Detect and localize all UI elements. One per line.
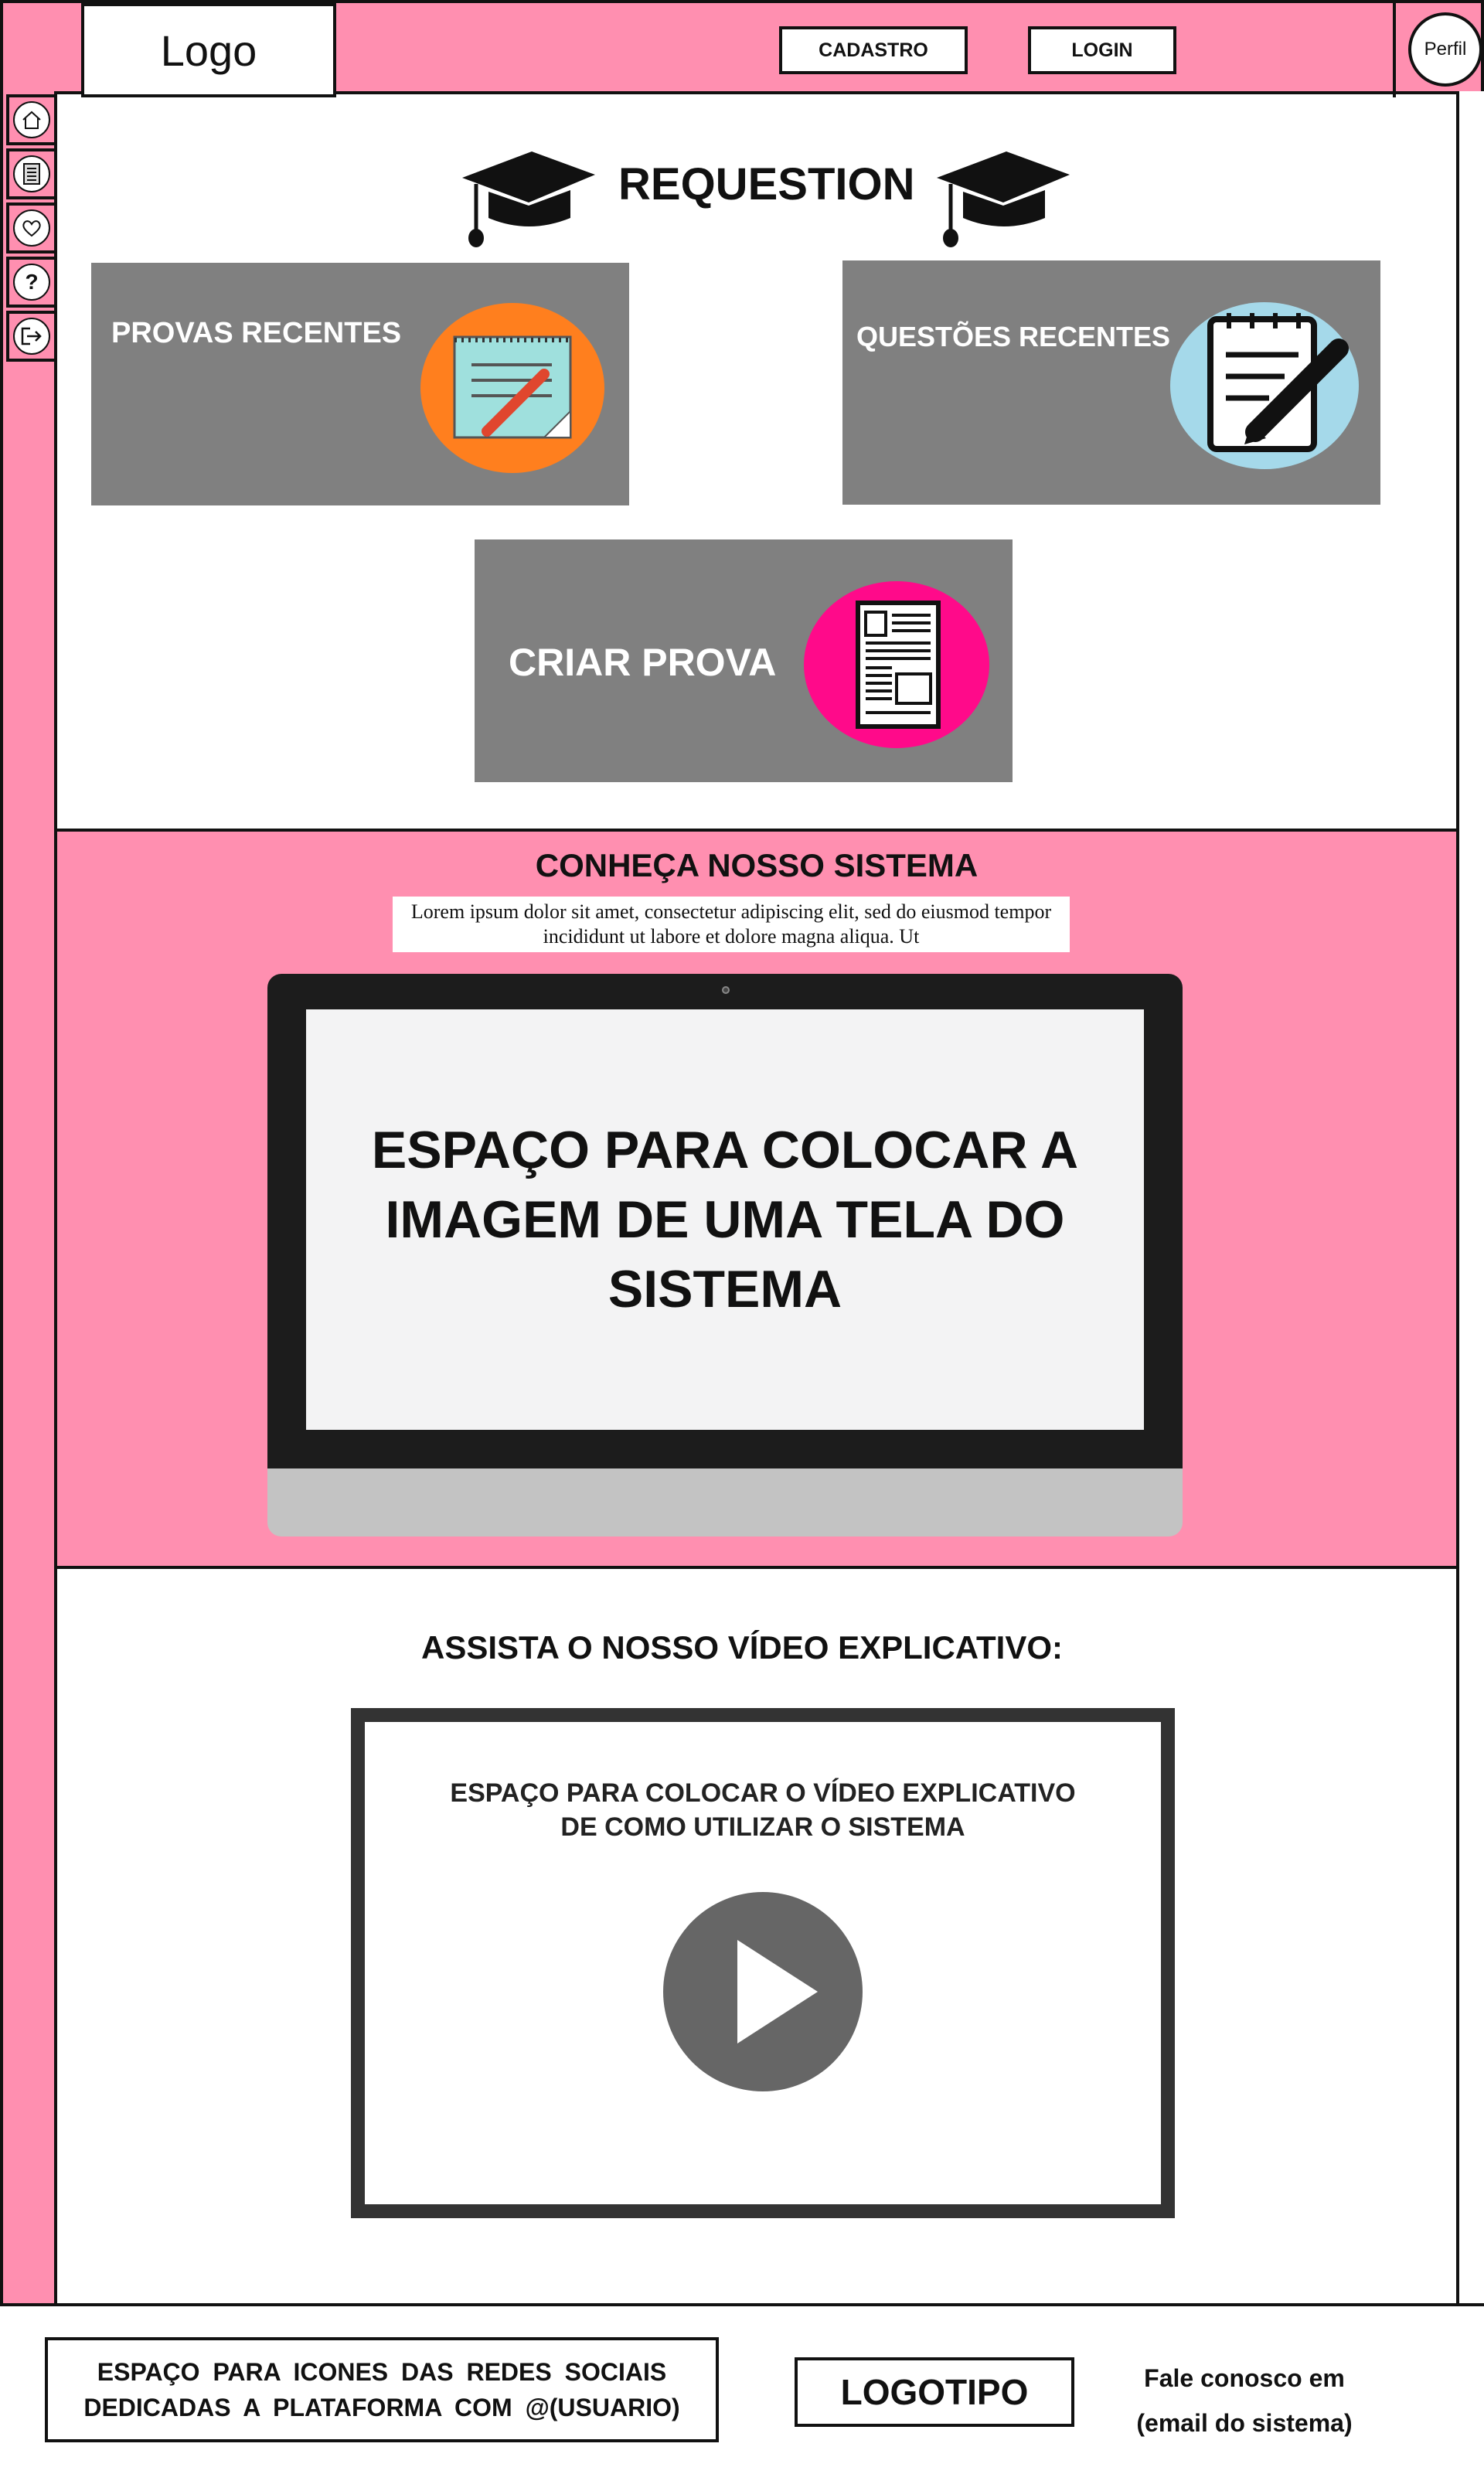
screen-placeholder: ESPAÇO PARA COLOCAR A IMAGEM DE UMA TELA… [306, 1009, 1144, 1430]
document-icon [13, 155, 50, 192]
page-title: REQUESTION [618, 159, 915, 209]
video-player[interactable]: ESPAÇO PARA COLOCAR O VÍDEO EXPLICATIVO … [351, 1708, 1175, 2218]
profile-button[interactable]: Perfil [1408, 12, 1482, 87]
monitor-bezel: ESPAÇO PARA COLOCAR A IMAGEM DE UMA TELA… [267, 974, 1183, 1468]
sidebar-item-home[interactable] [6, 94, 57, 145]
about-description: Lorem ipsum dolor sit amet, consectetur … [393, 897, 1070, 952]
sidebar-item-help[interactable]: ? [6, 257, 57, 308]
graduation-cap-icon [462, 151, 595, 247]
notepad-pencil-icon [420, 303, 604, 473]
graduation-cap-icon [937, 151, 1070, 247]
header-logo[interactable]: Logo [81, 3, 336, 97]
video-title: ASSISTA O NOSSO VÍDEO EXPLICATIVO: [421, 1629, 1063, 1666]
footer-logo[interactable]: LOGOTIPO [795, 2357, 1074, 2427]
video-placeholder-text: ESPAÇO PARA COLOCAR O VÍDEO EXPLICATIVO … [450, 1778, 1076, 1842]
logout-icon [13, 318, 50, 355]
contact-email-link[interactable]: (email do sistema) [1113, 2401, 1376, 2445]
create-exam-card[interactable]: CRIAR PROVA [475, 539, 1013, 782]
footer: ESPAÇO PARA ICONES DAS REDES SOCIAIS DED… [0, 2303, 1484, 2474]
top-header: Logo CADASTRO LOGIN Perfil [0, 0, 1484, 97]
notepad-pen-icon [1170, 302, 1359, 469]
sidebar-item-favorites[interactable] [6, 202, 57, 254]
monitor-chin [267, 1468, 1183, 1536]
camera-icon [722, 986, 730, 994]
left-sidebar: ? [0, 91, 57, 2306]
play-button[interactable] [663, 1892, 863, 2091]
card-label: CRIAR PROVA [509, 641, 777, 684]
signup-button[interactable]: CADASTRO [779, 26, 968, 74]
play-icon [737, 1940, 818, 2044]
system-screenshot-monitor: ESPAÇO PARA COLOCAR A IMAGEM DE UMA TELA… [267, 974, 1183, 1536]
card-label: QUESTÕES RECENTES [856, 321, 1171, 352]
help-icon: ? [13, 264, 50, 301]
heart-icon [13, 209, 50, 247]
sidebar-item-documents[interactable] [6, 148, 57, 199]
profile-cell: Perfil [1393, 3, 1484, 97]
login-button[interactable]: LOGIN [1028, 26, 1176, 74]
home-icon [13, 101, 50, 138]
card-label: PROVAS RECENTES [111, 317, 402, 349]
contact-info: Fale conosco em (email do sistema) [1113, 2356, 1376, 2445]
recent-exams-card[interactable]: PROVAS RECENTES [91, 263, 629, 505]
right-edge-strip [1456, 91, 1484, 2306]
sidebar-item-logout[interactable] [6, 311, 57, 362]
recent-questions-card[interactable]: QUESTÕES RECENTES [842, 260, 1380, 505]
social-icons-placeholder: ESPAÇO PARA ICONES DAS REDES SOCIAIS DED… [45, 2337, 719, 2442]
newspaper-icon [804, 581, 989, 748]
about-title: CONHEÇA NOSSO SISTEMA [535, 847, 979, 883]
